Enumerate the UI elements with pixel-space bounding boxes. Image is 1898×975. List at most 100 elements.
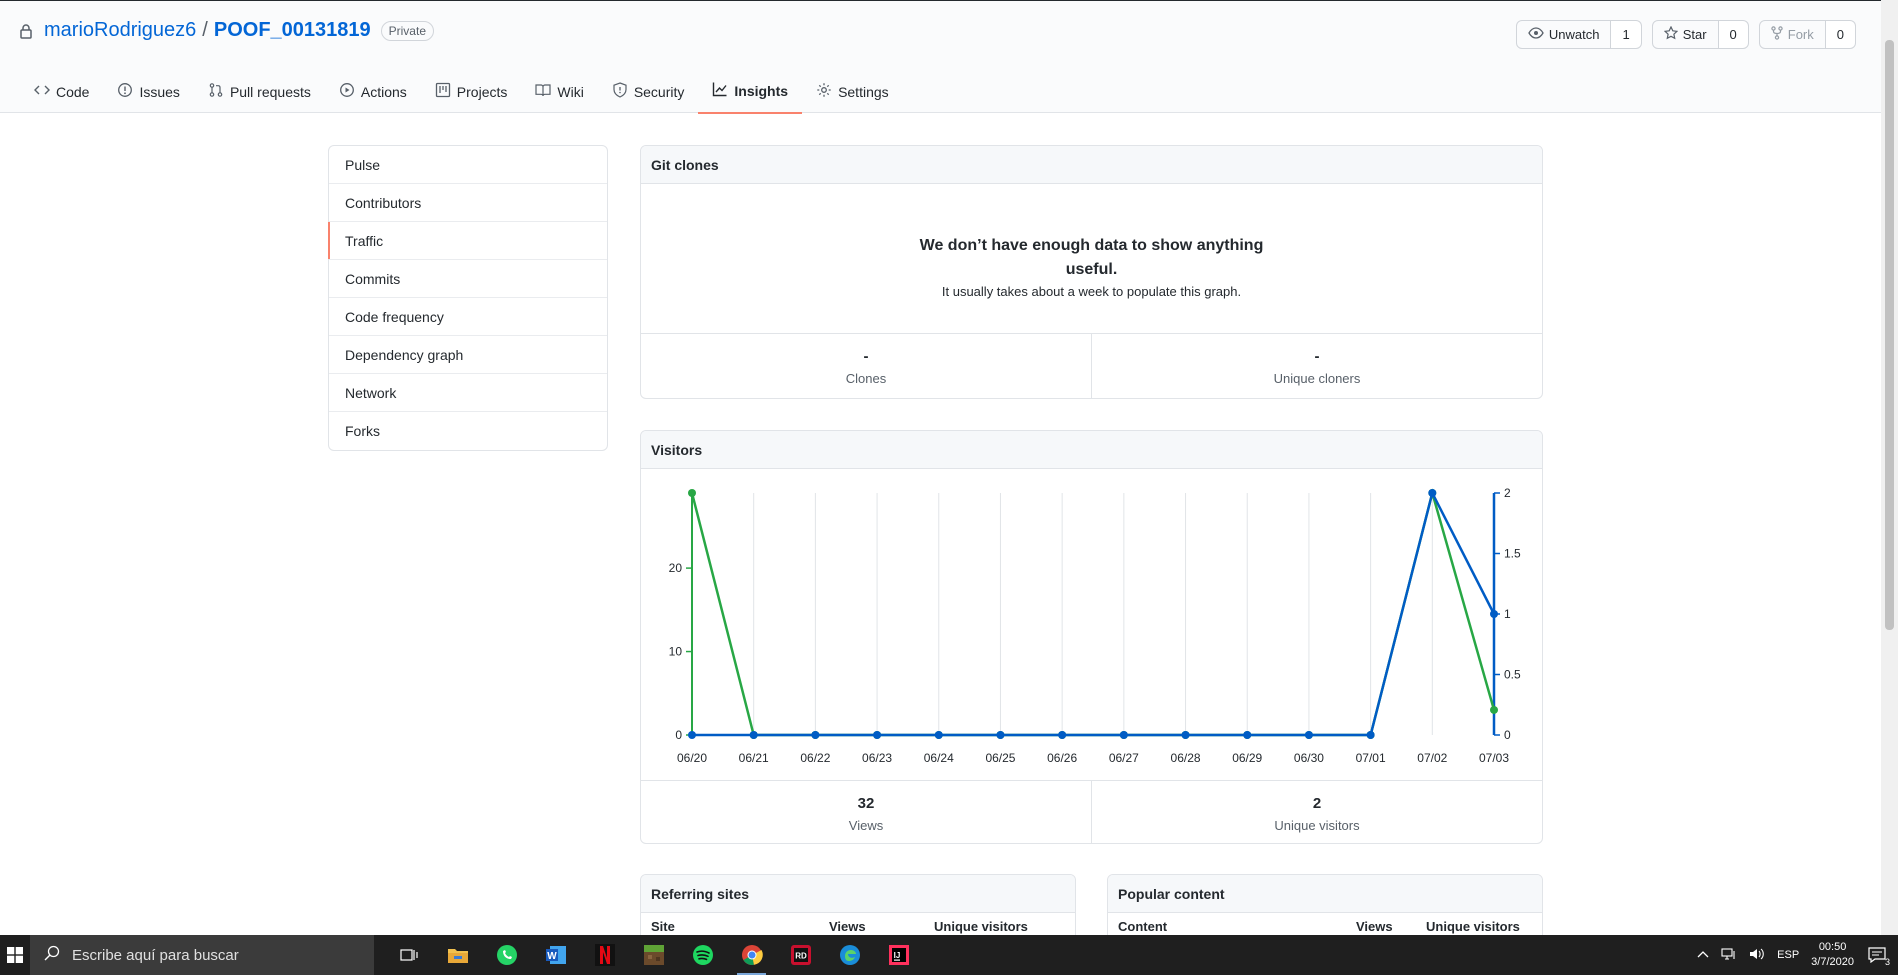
edge-icon[interactable] [825, 935, 874, 975]
visitors-summary: 32 Views 2 Unique visitors [641, 781, 1542, 843]
graph-icon [712, 81, 728, 100]
chrome-icon[interactable] [727, 935, 776, 975]
data-point [1058, 731, 1067, 739]
windows-start-icon[interactable] [0, 935, 30, 975]
watchers-count[interactable]: 1 [1611, 20, 1642, 49]
clones-stat: - Clones [641, 334, 1091, 398]
forks-count[interactable]: 0 [1825, 20, 1856, 49]
stargazers-count[interactable]: 0 [1718, 20, 1749, 49]
menu-item-commits[interactable]: Commits [329, 260, 607, 298]
blankslate-subtitle: It usually takes about a week to populat… [941, 284, 1242, 299]
menu-item-contributors[interactable]: Contributors [329, 184, 607, 222]
blankslate-title: We don’t have enough data to show anythi… [919, 237, 1264, 278]
tab-security-label: Security [633, 83, 685, 100]
insights-menu: Pulse Contributors Traffic Commits Code … [328, 145, 608, 451]
repo-owner-link[interactable]: marioRodriguez6 [44, 19, 196, 42]
unique-visitors-label: Unique visitors [1274, 817, 1360, 833]
private-badge: Private [380, 20, 434, 41]
star-button[interactable]: Star [1651, 20, 1719, 49]
taskbar: Escribe aquí para buscar W RD IJ ESP 00:… [0, 935, 1898, 975]
menu-item-pulse[interactable]: Pulse [329, 146, 607, 184]
visitors-title: Visitors [641, 431, 1542, 469]
tab-security[interactable]: Security [598, 69, 699, 114]
data-point [1119, 731, 1128, 739]
col-unique-visitors: Unique visitors [1426, 919, 1520, 934]
y-left-tick-label: 0 [675, 728, 682, 742]
referring-sites-title: Referring sites [641, 875, 1075, 913]
tab-insights-label: Insights [734, 82, 789, 99]
x-tick-label: 06/30 [1294, 751, 1324, 765]
netflix-icon[interactable] [580, 935, 629, 975]
fork-icon [1771, 26, 1783, 43]
tab-code[interactable]: Code [20, 69, 103, 114]
whatsapp-icon[interactable] [482, 935, 531, 975]
unique-cloners-stat: - Unique cloners [1091, 334, 1542, 398]
menu-item-dependency-graph[interactable]: Dependency graph [329, 336, 607, 374]
tab-insights[interactable]: Insights [698, 69, 803, 114]
y-right-tick-label: 1.5 [1504, 547, 1521, 561]
unwatch-label: Unwatch [1548, 27, 1600, 42]
file-explorer-icon[interactable] [433, 935, 482, 975]
code-icon [34, 82, 50, 101]
task-view-icon[interactable] [384, 935, 433, 975]
x-tick-label: 06/28 [1171, 751, 1201, 765]
data-point [688, 731, 696, 739]
lock-icon [16, 21, 36, 41]
git-clones-box: Git clones We don’t have enough data to … [640, 145, 1543, 399]
intellij-icon[interactable]: IJ [874, 935, 923, 975]
tab-actions[interactable]: Actions [325, 69, 421, 114]
referring-sites-box: Referring sites Site Views Unique visito… [640, 874, 1076, 944]
tab-pull-requests-label: Pull requests [229, 83, 311, 100]
repo-actions: Unwatch 1 Star 0 Fork 0 [1515, 20, 1856, 49]
unwatch-button[interactable]: Unwatch [1515, 20, 1612, 49]
repo-name-link[interactable]: POOF_00131819 [214, 19, 371, 42]
x-tick-label: 06/25 [985, 751, 1015, 765]
clock[interactable]: 00:50 3/7/2020 [1811, 940, 1854, 970]
network-icon[interactable] [1721, 947, 1737, 964]
chevron-up-icon[interactable] [1697, 949, 1709, 961]
fork-group: Fork 0 [1758, 20, 1856, 49]
repo-nav: Code Issues Pull requests Actions Projec… [20, 69, 903, 114]
word-icon[interactable]: W [531, 935, 580, 975]
star-group: Star 0 [1651, 20, 1749, 49]
tab-wiki[interactable]: Wiki [521, 69, 597, 114]
tab-issues[interactable]: Issues [103, 69, 193, 114]
menu-item-code-frequency[interactable]: Code frequency [329, 298, 607, 336]
series-line-views [690, 488, 1496, 737]
col-content: Content [1118, 919, 1168, 934]
x-tick-label: 06/26 [1047, 751, 1077, 765]
tab-pull-requests[interactable]: Pull requests [194, 69, 325, 114]
scrollbar-thumb[interactable] [1885, 40, 1894, 630]
minecraft-icon[interactable] [629, 935, 678, 975]
fork-button[interactable]: Fork [1758, 20, 1826, 49]
spotify-icon[interactable] [678, 935, 727, 975]
col-unique-visitors: Unique visitors [934, 919, 1028, 934]
volume-icon[interactable] [1749, 947, 1765, 964]
tab-projects[interactable]: Projects [421, 69, 522, 114]
watch-group: Unwatch 1 [1515, 20, 1642, 49]
star-label: Star [1682, 27, 1707, 42]
taskbar-search[interactable]: Escribe aquí para buscar [30, 935, 374, 975]
tab-settings[interactable]: Settings [802, 69, 903, 114]
page-scrollbar[interactable] [1881, 0, 1898, 935]
views-value: 32 [857, 794, 875, 812]
menu-item-network[interactable]: Network [329, 374, 607, 412]
search-placeholder: Escribe aquí para buscar [72, 946, 239, 964]
notification-count: 3 [1884, 957, 1890, 967]
data-point [1181, 731, 1190, 739]
menu-item-traffic[interactable]: Traffic [328, 222, 607, 260]
x-tick-label: 07/01 [1356, 751, 1386, 765]
x-tick-label: 06/20 [677, 751, 707, 765]
language-indicator[interactable]: ESP [1777, 949, 1799, 961]
data-point [934, 731, 943, 739]
col-site: Site [651, 919, 675, 934]
rd-icon[interactable]: RD [776, 935, 825, 975]
popular-content-box: Popular content Content Views Unique vis… [1107, 874, 1543, 944]
eye-icon [1528, 27, 1544, 42]
y-right-tick-label: 0.5 [1504, 668, 1521, 682]
notifications-icon[interactable]: 3 [1866, 944, 1890, 967]
svg-text:IJ: IJ [893, 951, 900, 960]
gear-icon [816, 82, 832, 101]
menu-item-forks[interactable]: Forks [329, 412, 607, 450]
tab-projects-label: Projects [456, 83, 508, 100]
